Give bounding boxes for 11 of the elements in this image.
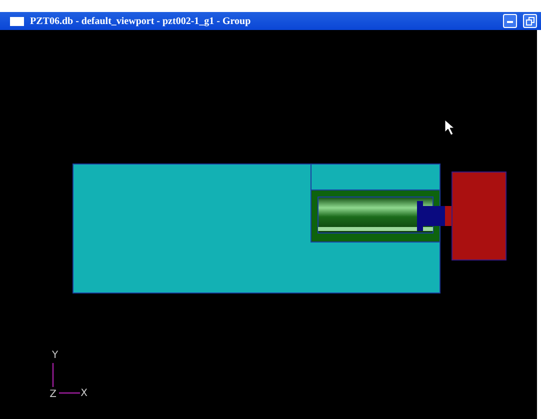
viewport[interactable]: Y Z X — [0, 30, 537, 419]
axis-label: Z — [50, 389, 56, 400]
axis-label: X — [80, 388, 88, 399]
window-title: PZT06.db - default_viewport - pzt002-1_g1 - Group — [30, 16, 252, 26]
cursor-icon — [444, 120, 454, 136]
app-icon — [10, 16, 24, 26]
axis-label: Y — [52, 350, 58, 361]
restore-icon — [526, 16, 534, 26]
minimize-icon — [507, 20, 513, 22]
restore-button[interactable] — [523, 14, 537, 28]
minimize-button[interactable] — [503, 14, 517, 28]
